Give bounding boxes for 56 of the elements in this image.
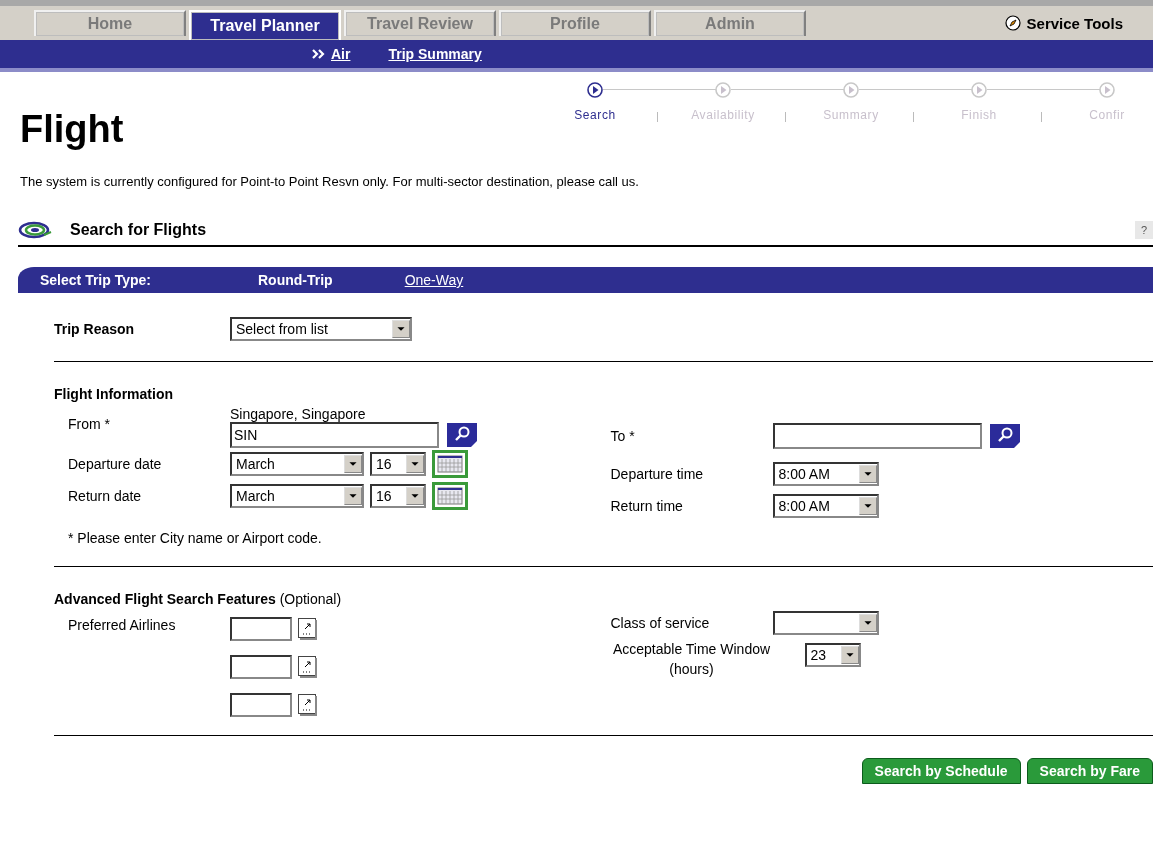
step-label: Summary	[823, 108, 879, 122]
trip-type-option[interactable]: Round-Trip	[258, 272, 333, 288]
from-field[interactable]: SIN	[230, 422, 439, 448]
time-window-select[interactable]: 23	[804, 643, 861, 667]
search-button[interactable]: Search by Schedule	[861, 758, 1021, 784]
field-label: Return date	[68, 488, 143, 504]
trip-reason-select[interactable]: Select from list	[230, 317, 412, 341]
calendar-icon[interactable]	[432, 482, 468, 510]
airline-code-field[interactable]	[230, 693, 292, 717]
subnav-link[interactable]: Trip Summary	[388, 46, 482, 62]
nav-tab[interactable]: Travel Planner	[189, 10, 341, 40]
section-heading: Flight Information	[54, 386, 174, 402]
field-label: Departure time	[610, 466, 705, 482]
field-label: To *	[610, 428, 636, 444]
month-select[interactable]: March	[230, 452, 364, 476]
to-field[interactable]	[772, 423, 982, 449]
lookup-icon[interactable]	[298, 694, 318, 716]
calendar-icon[interactable]	[432, 450, 468, 478]
note-text: * Please enter City name or Airport code.	[68, 530, 323, 546]
day-select[interactable]: 16	[370, 484, 426, 508]
airline-code-field[interactable]	[230, 655, 292, 679]
section-heading: Advanced Flight Search Features (Optional)	[54, 591, 343, 607]
search-button[interactable]: Search by Fare	[1026, 758, 1153, 784]
search-icon[interactable]	[989, 424, 1020, 448]
field-label: Departure date	[68, 456, 163, 472]
field-label: Return time	[610, 498, 684, 514]
swirl-icon	[18, 221, 52, 239]
lookup-icon[interactable]	[298, 618, 318, 640]
trip-type-label: Select Trip Type:	[40, 272, 152, 288]
subnav-link[interactable]: Air	[312, 46, 351, 62]
month-select[interactable]: March	[230, 484, 364, 508]
trip-type-option[interactable]: One-Way	[404, 272, 464, 288]
class-select[interactable]	[772, 611, 879, 635]
step-label: Finish	[961, 108, 997, 122]
step-label: Availability	[691, 108, 755, 122]
step-label: Confir	[1089, 108, 1125, 122]
time-select[interactable]: 8:00 AM	[772, 494, 879, 518]
step-label: Search	[574, 108, 616, 122]
section-title: Search for Flights	[70, 221, 207, 239]
search-icon[interactable]	[447, 423, 477, 447]
lookup-icon[interactable]	[298, 656, 318, 678]
day-select[interactable]: 16	[370, 452, 426, 476]
double-chevron-icon	[312, 49, 325, 59]
compass-icon	[1004, 15, 1021, 31]
field-label: Acceptable Time Window (hours)	[611, 640, 772, 679]
notice-text: The system is currently configured for Point-to Point Resvn only. For multi-sector destination, please call us.	[20, 174, 640, 189]
field-label: Class of service	[610, 615, 711, 631]
service-tools-link[interactable]: Service Tools	[1026, 14, 1123, 32]
city-name: Singapore, Singapore	[230, 406, 367, 422]
time-select[interactable]: 8:00 AM	[772, 462, 879, 486]
field-label: Trip Reason	[54, 321, 136, 337]
field-label: From *	[68, 415, 111, 432]
page-title: Flight	[20, 108, 124, 152]
field-label: Preferred Airlines	[68, 617, 177, 635]
airline-code-field[interactable]	[230, 617, 292, 641]
help-button[interactable]: ?	[1135, 221, 1153, 239]
